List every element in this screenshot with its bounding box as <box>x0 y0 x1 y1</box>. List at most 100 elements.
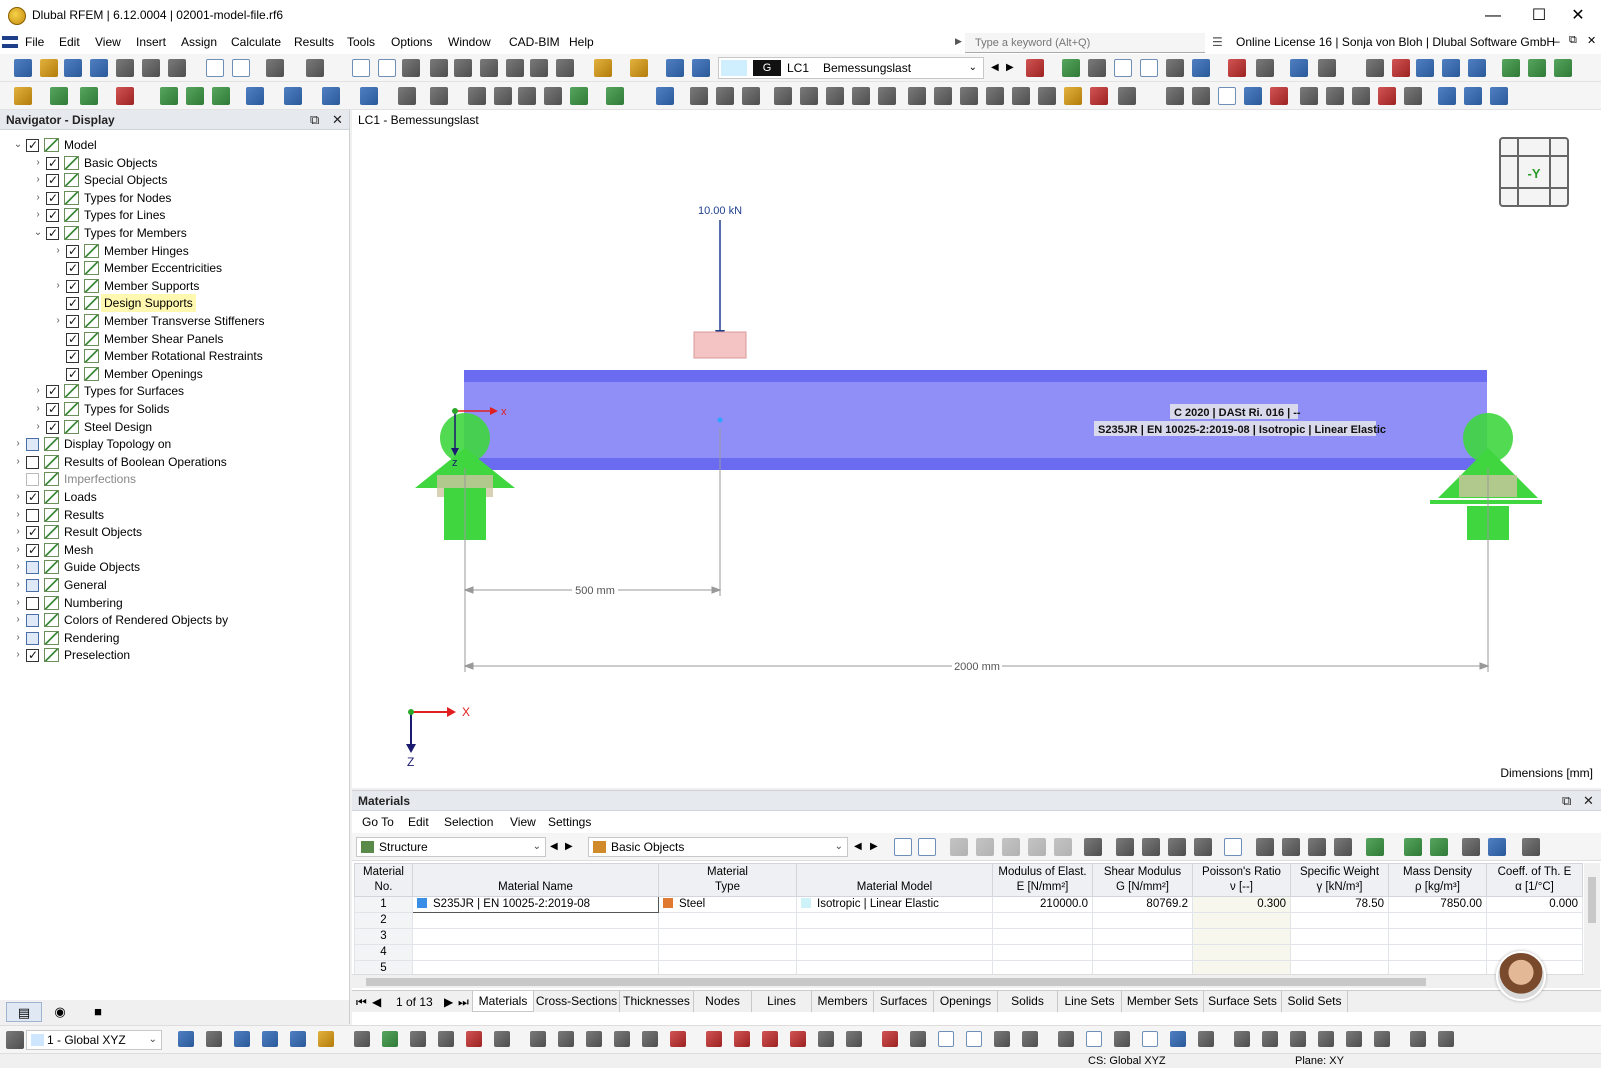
menu-results[interactable]: Results <box>294 35 334 49</box>
expand-chevron-icon[interactable]: › <box>12 488 24 506</box>
expand-chevron-icon[interactable]: › <box>32 189 44 207</box>
snap-tool-icon[interactable] <box>670 1031 686 1047</box>
iso-view-icon[interactable] <box>1192 59 1210 77</box>
solid-icon[interactable] <box>800 87 818 105</box>
nav-checkbox[interactable] <box>46 227 59 240</box>
formula-icon[interactable] <box>1282 838 1300 856</box>
collapse-chevron-icon[interactable]: ⌄ <box>12 136 24 154</box>
nav-checkbox[interactable] <box>26 614 39 627</box>
snap-tool-icon[interactable] <box>642 1031 658 1047</box>
tab-nodes[interactable]: Nodes <box>694 991 752 1012</box>
workplane-icon[interactable] <box>1192 87 1210 105</box>
table-excel-icon[interactable] <box>1366 838 1384 856</box>
expand-chevron-icon[interactable]: › <box>52 242 64 260</box>
snap-tool-icon[interactable] <box>438 1031 454 1047</box>
new-hinge-icon[interactable] <box>186 87 204 105</box>
side-view-icon[interactable] <box>1468 59 1486 77</box>
tab-solid-sets[interactable]: Solid Sets <box>1282 991 1348 1012</box>
mirror-icon[interactable] <box>544 87 562 105</box>
globe-icon[interactable] <box>556 59 574 77</box>
new-model-icon[interactable] <box>14 59 32 77</box>
show-loads-icon[interactable] <box>1062 59 1080 77</box>
snap-tool-icon[interactable] <box>910 1031 926 1047</box>
expand-chevron-icon[interactable]: › <box>12 576 24 594</box>
nav-checkbox[interactable] <box>26 632 39 645</box>
table-insert-icon[interactable] <box>950 838 968 856</box>
nav-checkbox[interactable] <box>26 597 39 610</box>
isolate-icon[interactable] <box>742 87 760 105</box>
undo-icon[interactable] <box>266 59 284 77</box>
divide-icon[interactable] <box>468 87 486 105</box>
table-append-icon[interactable] <box>976 838 994 856</box>
expand-chevron-icon[interactable]: › <box>12 646 24 664</box>
expand-chevron-icon[interactable]: › <box>32 382 44 400</box>
expand-chevron-icon[interactable]: › <box>12 523 24 541</box>
new-member-icon[interactable] <box>80 87 98 105</box>
filter-icon[interactable] <box>656 87 674 105</box>
expand-chevron-icon[interactable]: › <box>52 277 64 295</box>
point-load[interactable]: 10.00 kN <box>694 205 746 358</box>
tab-solids[interactable]: Solids <box>998 991 1058 1012</box>
table-align-icon[interactable] <box>1168 838 1186 856</box>
lighting-icon[interactable] <box>878 87 896 105</box>
model-viewport[interactable]: LC1 - Bemessungslast -Y 10.00 kN <box>352 110 1601 788</box>
menu-restore-icon[interactable]: ⧉ <box>1569 34 1577 47</box>
unlink-icon[interactable] <box>1326 87 1344 105</box>
expand-chevron-icon[interactable]: › <box>12 541 24 559</box>
edit-model-icon[interactable] <box>594 59 612 77</box>
menu-tools[interactable]: Tools <box>347 35 375 49</box>
snap-tool-icon[interactable] <box>586 1031 602 1047</box>
navigator-float-icon[interactable]: ⧉ <box>310 110 319 130</box>
coordinate-system-icon[interactable] <box>6 1031 24 1049</box>
materials-menu-settings[interactable]: Settings <box>548 815 591 829</box>
material-type-cell[interactable]: Steel <box>659 897 797 913</box>
new-surface-icon[interactable] <box>116 87 134 105</box>
panel-icon[interactable] <box>430 59 448 77</box>
snap-tool-icon[interactable] <box>1022 1031 1038 1047</box>
grid-icon[interactable] <box>1166 87 1184 105</box>
dimension-icon[interactable] <box>402 59 420 77</box>
copy-icon[interactable] <box>398 87 416 105</box>
guideline-icon[interactable] <box>1064 87 1082 105</box>
cloud-icon[interactable] <box>64 59 82 77</box>
expand-chevron-icon[interactable]: › <box>32 418 44 436</box>
filter-off-icon[interactable] <box>1026 59 1044 77</box>
formula-remove-icon[interactable] <box>1334 838 1352 856</box>
assistant-avatar[interactable] <box>1496 951 1546 1001</box>
script-icon[interactable] <box>480 59 498 77</box>
move-icon[interactable] <box>360 87 378 105</box>
expand-chevron-icon[interactable]: › <box>32 400 44 418</box>
table-toggle-icon[interactable] <box>378 59 396 77</box>
expand-chevron-icon[interactable]: › <box>12 435 24 453</box>
nav-checkbox[interactable] <box>46 192 59 205</box>
report-icon[interactable] <box>206 59 224 77</box>
snap-tool-icon[interactable] <box>466 1031 482 1047</box>
web-service-icon[interactable] <box>90 59 108 77</box>
nav-checkbox[interactable] <box>26 544 39 557</box>
hide-icon[interactable] <box>716 87 734 105</box>
table-columns-icon[interactable] <box>1224 838 1242 856</box>
menu-options[interactable]: Options <box>391 35 432 49</box>
line-weight-icon[interactable] <box>908 87 926 105</box>
expand-chevron-icon[interactable]: › <box>52 312 64 330</box>
pin-icon[interactable] <box>1090 87 1108 105</box>
nav-checkbox[interactable] <box>26 491 39 504</box>
last-page-icon[interactable]: ⏭ <box>458 995 469 1010</box>
snap-tool-icon[interactable] <box>1346 1031 1362 1047</box>
axis-x-icon[interactable] <box>1502 59 1520 77</box>
materials-menu-selection[interactable]: Selection <box>444 815 493 829</box>
snap-tool-icon[interactable] <box>530 1031 546 1047</box>
axis-system-icon[interactable] <box>1352 87 1370 105</box>
nav-checkbox[interactable] <box>26 509 39 522</box>
nav-checkbox[interactable] <box>26 438 39 451</box>
snap-tool-icon[interactable] <box>1170 1031 1186 1047</box>
poisson-cell[interactable]: 0.300 <box>1193 897 1291 913</box>
menu-view[interactable]: View <box>95 35 121 49</box>
nav-checkbox[interactable] <box>26 649 39 662</box>
cut-icon[interactable] <box>1318 59 1336 77</box>
structure-prev-icon[interactable]: ◀ <box>550 841 558 852</box>
snap-tool-icon[interactable] <box>1058 1031 1074 1047</box>
snap-tool-icon[interactable] <box>734 1031 750 1047</box>
print-report-icon[interactable] <box>116 59 134 77</box>
menu-file[interactable]: File <box>25 35 44 49</box>
